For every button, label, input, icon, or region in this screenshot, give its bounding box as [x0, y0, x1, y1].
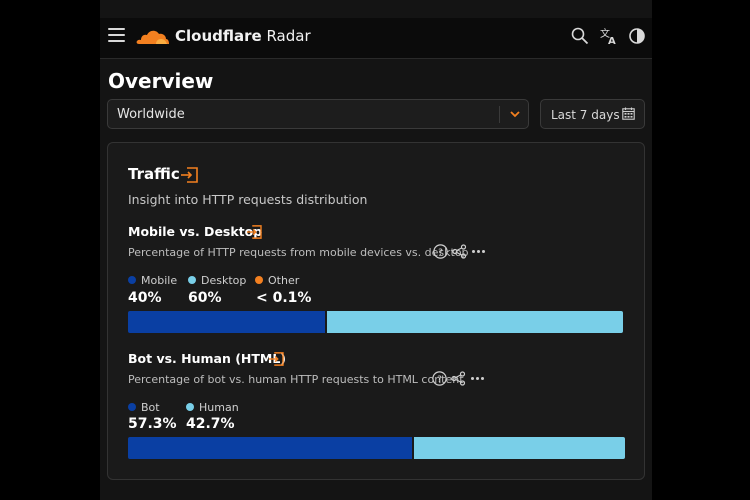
legend-label: Other — [268, 274, 300, 287]
more-icon[interactable] — [471, 244, 486, 259]
top-navigation-bar: Cloudflare Radar 文 A — [100, 18, 652, 59]
legend-dot — [186, 403, 194, 411]
expand-icon[interactable] — [268, 352, 284, 366]
bot-human-bar[interactable] — [128, 437, 625, 459]
human-value: 42.7% — [186, 416, 235, 432]
traffic-title: Traffic — [128, 165, 180, 183]
location-select[interactable]: Worldwide — [107, 99, 529, 129]
mobile-value: 40% — [128, 290, 162, 306]
legend-bot: Bot — [128, 401, 160, 414]
date-range-value: Last 7 days — [551, 108, 620, 122]
legend-label: Desktop — [201, 274, 247, 287]
cloudflare-logo[interactable] — [136, 26, 170, 46]
help-icon[interactable]: ? — [432, 371, 447, 386]
brand-rest: Radar — [261, 27, 311, 45]
mobile-segment[interactable] — [128, 311, 326, 333]
theme-toggle-icon[interactable] — [628, 27, 646, 45]
bot-human-title: Bot vs. Human (HTML) — [128, 351, 287, 366]
human-segment[interactable] — [411, 437, 625, 459]
brand-bold: Cloudflare — [175, 27, 262, 45]
svg-text:?: ? — [438, 248, 443, 258]
desktop-value: 60% — [188, 290, 222, 306]
legend-human: Human — [186, 401, 239, 414]
legend-other: Other — [255, 274, 299, 287]
traffic-subtitle: Insight into HTTP requests distribution — [128, 192, 368, 207]
legend-dot — [188, 276, 196, 284]
menu-icon[interactable] — [108, 28, 125, 42]
brand-name[interactable]: Cloudflare Radar — [175, 27, 311, 45]
legend-dot — [255, 276, 263, 284]
bot-human-description: Percentage of bot vs. human HTTP request… — [128, 373, 464, 386]
svg-text:A: A — [608, 36, 616, 45]
calendar-icon — [622, 107, 635, 120]
share-icon[interactable] — [452, 244, 467, 259]
mobile-desktop-description: Percentage of HTTP requests from mobile … — [128, 246, 469, 259]
select-divider — [499, 106, 500, 123]
date-range-select[interactable]: Last 7 days — [540, 99, 645, 129]
search-icon[interactable] — [571, 27, 589, 45]
translate-icon[interactable]: 文 A — [600, 27, 618, 45]
expand-icon[interactable] — [246, 225, 262, 239]
traffic-card: Traffic Insight into HTTP requests distr… — [107, 142, 645, 480]
bot-segment[interactable] — [128, 437, 412, 459]
mobile-desktop-bar[interactable] — [128, 311, 623, 333]
legend-mobile: Mobile — [128, 274, 177, 287]
legend-label: Human — [199, 401, 239, 414]
bot-value: 57.3% — [128, 416, 177, 432]
desktop-segment[interactable] — [325, 311, 623, 333]
legend-desktop: Desktop — [188, 274, 246, 287]
app-frame: Cloudflare Radar 文 A Overview Worldwide … — [100, 0, 652, 500]
help-icon[interactable]: ? — [433, 244, 448, 259]
legend-label: Mobile — [141, 274, 178, 287]
svg-text:?: ? — [437, 375, 442, 385]
legend-dot — [128, 276, 136, 284]
other-value: < 0.1% — [256, 290, 312, 306]
expand-icon[interactable] — [180, 167, 198, 183]
legend-dot — [128, 403, 136, 411]
mobile-desktop-title: Mobile vs. Desktop — [128, 224, 263, 239]
legend-label: Bot — [141, 401, 160, 414]
chevron-down-icon[interactable] — [509, 108, 521, 120]
more-icon[interactable] — [470, 371, 485, 386]
page-title: Overview — [108, 69, 214, 93]
share-icon[interactable] — [451, 371, 466, 386]
location-value: Worldwide — [117, 107, 185, 122]
